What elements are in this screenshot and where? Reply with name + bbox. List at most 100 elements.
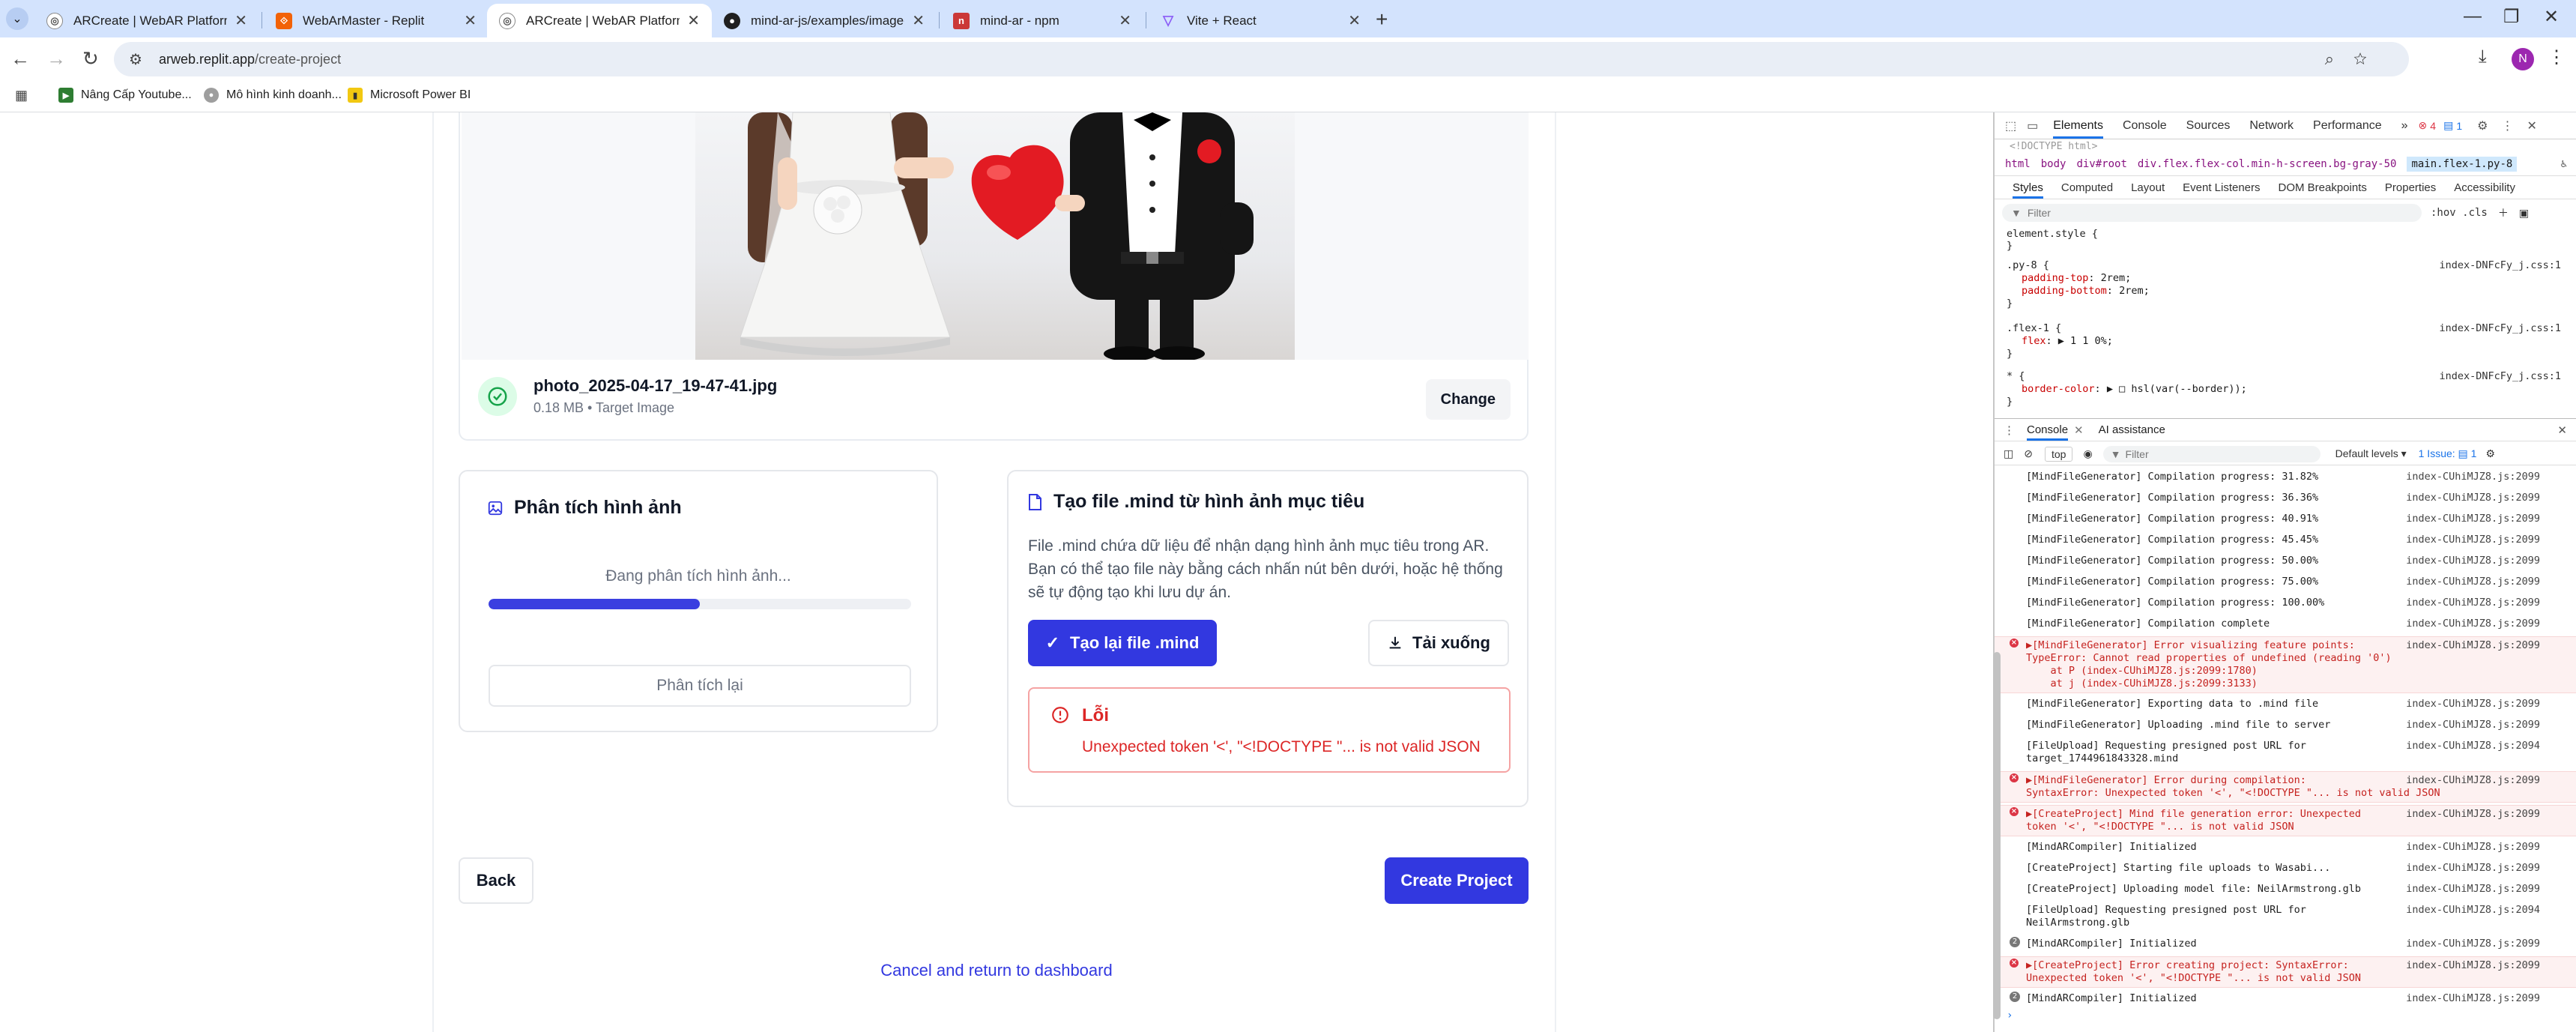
downloads-icon[interactable]: ⤓ [2479,46,2487,67]
console-prompt[interactable]: › [2007,1010,2013,1022]
console-log-row[interactable]: [MindFileGenerator] Compilation progress… [1995,594,2576,613]
eye-icon[interactable]: ◉ [2083,447,2092,460]
kebab-menu-icon[interactable]: ⋮ [2501,118,2513,133]
devtools-tab-network[interactable]: Network [2249,119,2294,133]
console-source-link[interactable]: index-CUhiMJZ8.js:2099 [2406,534,2540,546]
styles-filter-input[interactable]: ▼ Filter [2002,204,2422,222]
devtools-tab-console[interactable]: Console [2123,119,2167,133]
subtab-properties[interactable]: Properties [2385,181,2436,194]
close-icon[interactable]: ✕ [687,11,700,30]
site-info-icon[interactable]: ⚙ [129,50,142,69]
console-log-row[interactable]: [MindFileGenerator] Compilation progress… [1995,552,2576,571]
console-log-row[interactable]: 2 [MindARCompiler] Initialized index-CUhiM… [1995,935,2576,954]
subtab-layout[interactable]: Layout [2131,181,2165,194]
tab-4[interactable]: ● mind-ar-js/examples/image-tra ✕ [712,4,937,37]
console-log-row[interactable]: [MindFileGenerator] Compilation complete… [1995,615,2576,634]
console-error-row[interactable]: × ▶[CreateProject] Mind file generation e… [1995,805,2576,836]
close-icon[interactable]: ✕ [912,11,925,30]
console-source-link[interactable]: index-CUhiMJZ8.js:2099 [2406,774,2540,787]
console-source-link[interactable]: index-CUhiMJZ8.js:2099 [2406,841,2540,854]
window-close-button[interactable]: ✕ [2544,6,2559,28]
back-button[interactable]: Back [459,857,533,904]
inspect-icon[interactable]: ⬚ [2005,118,2016,133]
close-icon[interactable]: ✕ [1348,11,1361,30]
console-source-link[interactable]: index-CUhiMJZ8.js:2099 [2406,471,2540,483]
close-icon[interactable]: ✕ [464,11,477,30]
tab-2[interactable]: ⟐ WebArMaster - Replit ✕ [264,4,489,37]
menu-icon[interactable]: ⋮ [2548,46,2566,68]
new-rule-icon[interactable]: ＋ [2498,205,2509,220]
close-devtools-icon[interactable]: ✕ [2527,118,2536,133]
cancel-link[interactable]: Cancel and return to dashboard [0,961,1993,980]
minimize-button[interactable]: — [2464,6,2482,27]
console-filter-input[interactable]: ▼ Filter [2102,445,2320,462]
omnibox-actions[interactable]: ⌕☆ [2325,49,2386,69]
settings-icon[interactable]: ⚙ [2477,118,2488,133]
subtab-accessibility[interactable]: Accessibility [2454,181,2515,194]
subtab-event-listeners[interactable]: Event Listeners [2183,181,2260,194]
error-count[interactable]: 4 [2430,120,2436,132]
console-log-row[interactable]: [MindFileGenerator] Compilation progress… [1995,573,2576,592]
regenerate-mind-button[interactable]: ✓ Tạo lại file .mind [1028,620,1217,666]
bookmark-item[interactable]: ▶ Nâng Cấp Youtube... [58,88,192,103]
back-icon[interactable]: ← [10,47,30,70]
change-image-button[interactable]: Change [1425,379,1511,420]
console-log-row[interactable]: [FileUpload] Requesting presigned post U… [1995,902,2576,933]
console-source-link[interactable]: index-CUhiMJZ8.js:2099 [2406,698,2540,710]
device-toggle-icon[interactable]: ▭ [2027,118,2038,133]
issues-link[interactable]: 1 Issue: ▤ 1 [2419,447,2477,460]
console-source-link[interactable]: index-CUhiMJZ8.js:2099 [2406,938,2540,950]
tab-search-icon[interactable]: ⌄ [6,7,28,30]
tab-6[interactable]: ▽ Vite + React ✕ [1148,4,1373,37]
console-source-link[interactable]: index-CUhiMJZ8.js:2099 [2406,992,2540,1005]
close-icon[interactable]: ✕ [1119,11,1131,30]
apps-icon[interactable]: ▦ [15,88,28,103]
hov-cls-toggle[interactable]: :hov .cls [2431,207,2488,219]
tab-3-active[interactable]: ◎ ARCreate | WebAR Platform ✕ [487,4,712,37]
console-error-row[interactable]: × ▶[MindFileGenerator] Error during compi… [1995,771,2576,803]
create-project-button[interactable]: Create Project [1385,857,1529,904]
log-levels-select[interactable]: Default levels ▾ [2335,447,2407,460]
breadcrumb-item[interactable]: div.flex.flex-col.min-h-screen.bg-gray-5… [2138,158,2397,170]
css-source-link[interactable]: index-DNFcFy_j.css:1 [2439,259,2561,271]
console-log-row[interactable]: [CreateProject] Uploading model file: Ne… [1995,881,2576,899]
clear-console-icon[interactable]: ⊘ [2024,447,2033,460]
subtab-dom-breakpoints[interactable]: DOM Breakpoints [2279,181,2367,194]
bookmark-item[interactable]: ● Mô hình kinh doanh... [204,88,342,103]
console-log-row[interactable]: [MindFileGenerator] Compilation progress… [1995,531,2576,550]
css-source-link[interactable]: index-DNFcFy_j.css:1 [2439,370,2561,382]
drawer-tab-console[interactable]: Console [2027,423,2069,441]
console-source-link[interactable]: index-CUhiMJZ8.js:2099 [2406,492,2540,504]
devtools-tab-performance[interactable]: Performance [2313,119,2382,133]
restore-button[interactable]: ❐ [2503,6,2520,28]
address-bar[interactable]: ⚙ arweb.replit.app /create-project ⌕☆ [114,42,2409,76]
new-tab-button[interactable]: + [1376,7,1388,31]
message-count[interactable]: 1 [2456,120,2462,132]
console-source-link[interactable]: index-CUhiMJZ8.js:2099 [2406,576,2540,588]
console-source-link[interactable]: index-CUhiMJZ8.js:2099 [2406,719,2540,731]
bookmark-item[interactable]: ▮ Microsoft Power BI [348,88,471,103]
devtools-tab-sources[interactable]: Sources [2186,119,2231,133]
console-log-row[interactable]: 2 [MindARCompiler] Initialized index-CUhiM… [1995,990,2576,1009]
computed-toggle-icon[interactable]: ▣ [2519,207,2529,220]
console-source-link[interactable]: index-CUhiMJZ8.js:2099 [2406,862,2540,875]
tab-1[interactable]: ◎ ARCreate | WebAR Platform ✕ [34,4,259,37]
avatar[interactable]: N [2512,48,2534,70]
breadcrumb-item[interactable]: html [2005,158,2031,170]
console-log-row[interactable]: [MindFileGenerator] Exporting data to .m… [1995,695,2576,714]
accessibility-icon[interactable]: ♿ [2561,158,2567,170]
console-error-row[interactable]: × ▶[CreateProject] Error creating project… [1995,956,2576,988]
css-source-link[interactable]: index-DNFcFy_j.css:1 [2439,322,2561,334]
console-source-link[interactable]: index-CUhiMJZ8.js:2094 [2406,904,2540,917]
context-select[interactable]: top [2044,446,2073,462]
more-tabs-icon[interactable]: » [2401,119,2408,133]
close-icon[interactable]: ✕ [235,11,247,30]
console-log-row[interactable]: [FileUpload] Requesting presigned post U… [1995,737,2576,769]
tab-5[interactable]: n mind-ar - npm ✕ [941,4,1143,37]
breadcrumb-item[interactable]: body [2041,158,2066,170]
console-settings-icon[interactable]: ⚙ [2485,447,2495,460]
console-log-row[interactable]: [MindFileGenerator] Compilation progress… [1995,510,2576,529]
console-source-link[interactable]: index-CUhiMJZ8.js:2099 [2406,555,2540,567]
breadcrumb-item[interactable]: div#root [2076,158,2126,170]
console-source-link[interactable]: index-CUhiMJZ8.js:2099 [2406,639,2540,652]
